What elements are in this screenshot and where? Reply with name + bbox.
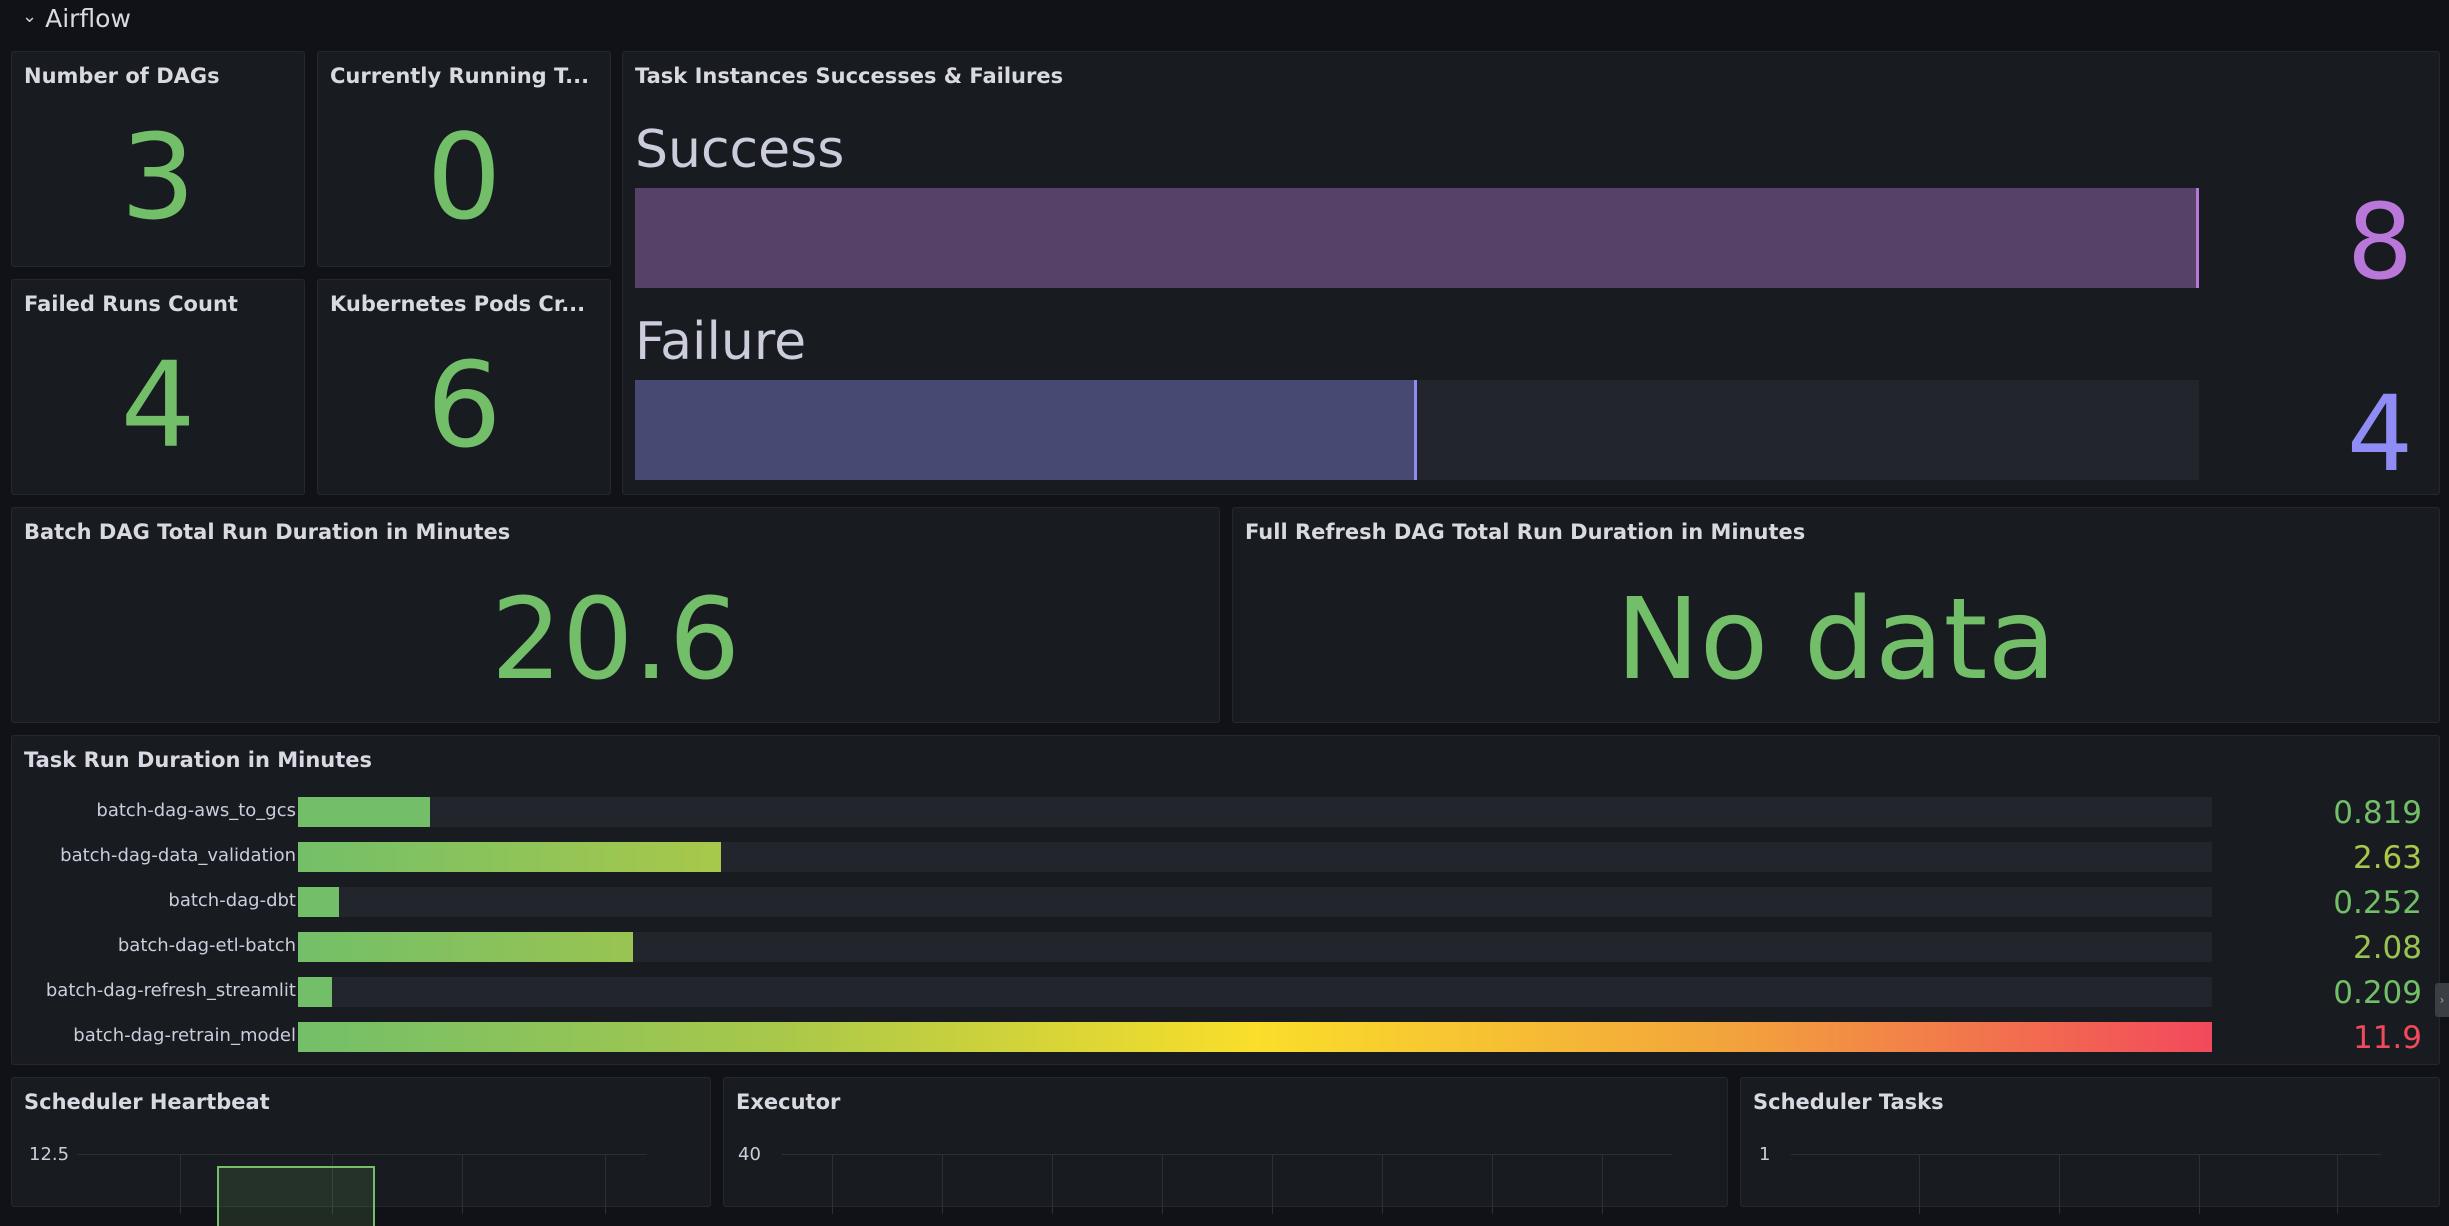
row-header-airflow[interactable]: ⌄ Airflow [0, 0, 2449, 36]
task-run-bar-track [298, 842, 2212, 872]
grid-line [942, 1154, 943, 1214]
panel-title: Full Refresh DAG Total Run Duration in M… [1245, 520, 1806, 544]
gauge-label-failure: Failure [635, 312, 807, 372]
stat-value: 3 [120, 108, 196, 246]
panel-title: Task Run Duration in Minutes [24, 748, 373, 772]
y-tick: 40 [738, 1144, 761, 1165]
grid-line [180, 1154, 181, 1214]
panel-task-instances[interactable]: Task Instances Successes & Failures Succ… [622, 51, 2440, 495]
task-run-value: 0.819 [2333, 795, 2422, 831]
grid-line [1052, 1154, 1053, 1214]
task-run-label: batch-dag-aws_to_gcs [96, 800, 296, 821]
panel-failed-runs-count[interactable]: Failed Runs Count 4 [11, 279, 305, 495]
gauge-label-success: Success [635, 120, 845, 180]
panel-executor[interactable]: Executor 40 [723, 1077, 1728, 1214]
panel-title: Kubernetes Pods Cr... [330, 292, 586, 316]
side-panel-handle[interactable]: › [2435, 983, 2449, 1017]
y-tick: 1 [1759, 1144, 1771, 1165]
task-run-bar-track [298, 977, 2212, 1007]
task-run-bar [298, 887, 339, 917]
task-run-label: batch-dag-retrain_model [73, 1025, 296, 1046]
task-run-row: batch-dag-etl-batch 2.08 [12, 930, 2448, 966]
chevron-right-icon: › [2439, 993, 2445, 1007]
gauge-track-failure [635, 380, 2199, 480]
task-run-row: batch-dag-dbt 0.252 [12, 885, 2448, 921]
panel-title: Scheduler Tasks [1753, 1090, 1944, 1114]
grid-line [782, 1154, 1672, 1155]
grid-line [1162, 1154, 1163, 1214]
grid-line [77, 1154, 647, 1155]
panel-batch-dag-duration[interactable]: Batch DAG Total Run Duration in Minutes … [11, 507, 1220, 723]
series-area [217, 1166, 375, 1226]
grid-line [1919, 1154, 1920, 1214]
task-run-label: batch-dag-data_validation [60, 845, 296, 866]
stat-value: 20.6 [490, 575, 741, 705]
task-run-label: batch-dag-refresh_streamlit [45, 980, 296, 1001]
task-run-row: batch-dag-aws_to_gcs 0.819 [12, 795, 2448, 831]
grid-line [605, 1154, 606, 1214]
gauge-edge-success [2196, 188, 2199, 288]
panel-title: Executor [736, 1090, 841, 1114]
panel-scheduler-heartbeat[interactable]: Scheduler Heartbeat 12.5 [11, 1077, 711, 1226]
panel-scheduler-tasks[interactable]: Scheduler Tasks 1 [1740, 1077, 2440, 1214]
grid-line [2059, 1154, 2060, 1214]
grid-line [1602, 1154, 1603, 1214]
grid-line [1382, 1154, 1383, 1214]
panel-task-run-duration[interactable]: Task Run Duration in Minutes batch-dag-a… [11, 735, 2440, 1065]
task-run-bar [298, 842, 721, 872]
task-run-label: batch-dag-etl-batch [117, 935, 296, 956]
grid-line [1791, 1154, 2381, 1155]
task-run-value: 0.252 [2333, 885, 2422, 921]
grid-line [462, 1154, 463, 1214]
task-run-value: 11.9 [2352, 1020, 2422, 1056]
panel-title: Number of DAGs [24, 64, 220, 88]
task-run-row: batch-dag-retrain_model 11.9 [12, 1020, 2448, 1056]
grid-line [1272, 1154, 1273, 1214]
stat-value: 4 [120, 336, 196, 474]
task-run-bar [298, 977, 332, 1007]
gauge-edge-failure [1414, 380, 1417, 480]
task-run-bar-track [298, 932, 2212, 962]
panel-currently-running-tasks[interactable]: Currently Running T... 0 [317, 51, 611, 267]
stat-value: No data [1615, 575, 2057, 705]
panel-title: Scheduler Heartbeat [24, 1090, 270, 1114]
task-run-value: 2.63 [2352, 840, 2422, 876]
task-run-bar [298, 932, 633, 962]
grid-line [1492, 1154, 1493, 1214]
panel-title: Failed Runs Count [24, 292, 238, 316]
task-run-row: batch-dag-data_validation 2.63 [12, 840, 2448, 876]
task-run-bar [298, 797, 430, 827]
task-run-row: batch-dag-refresh_streamlit 0.209 [12, 975, 2448, 1011]
panel-number-of-dags[interactable]: Number of DAGs 3 [11, 51, 305, 267]
task-run-bar [298, 1022, 2212, 1052]
gauge-track-success [635, 188, 2199, 288]
panel-full-refresh-duration[interactable]: Full Refresh DAG Total Run Duration in M… [1232, 507, 2440, 723]
y-tick: 12.5 [29, 1144, 70, 1165]
grid-line [2199, 1154, 2200, 1214]
row-title: Airflow [45, 3, 131, 33]
grid-line [832, 1154, 833, 1214]
task-run-bar-track [298, 797, 2212, 827]
task-run-bar-track [298, 1022, 2212, 1052]
task-run-label: batch-dag-dbt [168, 890, 296, 911]
chevron-down-icon[interactable]: ⌄ [22, 6, 37, 27]
task-run-bar-track [298, 887, 2212, 917]
gauge-value-failure: 4 [2346, 373, 2413, 495]
panel-title: Task Instances Successes & Failures [635, 64, 1064, 88]
panel-title: Currently Running T... [330, 64, 590, 88]
panel-kubernetes-pods[interactable]: Kubernetes Pods Cr... 6 [317, 279, 611, 495]
gauge-fill-success [635, 188, 2199, 288]
stat-value: 0 [426, 108, 502, 246]
gauge-value-success: 8 [2346, 181, 2413, 303]
stat-value: 6 [426, 336, 502, 474]
task-run-value: 0.209 [2333, 975, 2422, 1011]
panel-title: Batch DAG Total Run Duration in Minutes [24, 520, 511, 544]
grid-line [2337, 1154, 2338, 1214]
task-run-value: 2.08 [2352, 930, 2422, 966]
gauge-fill-failure [635, 380, 1417, 480]
